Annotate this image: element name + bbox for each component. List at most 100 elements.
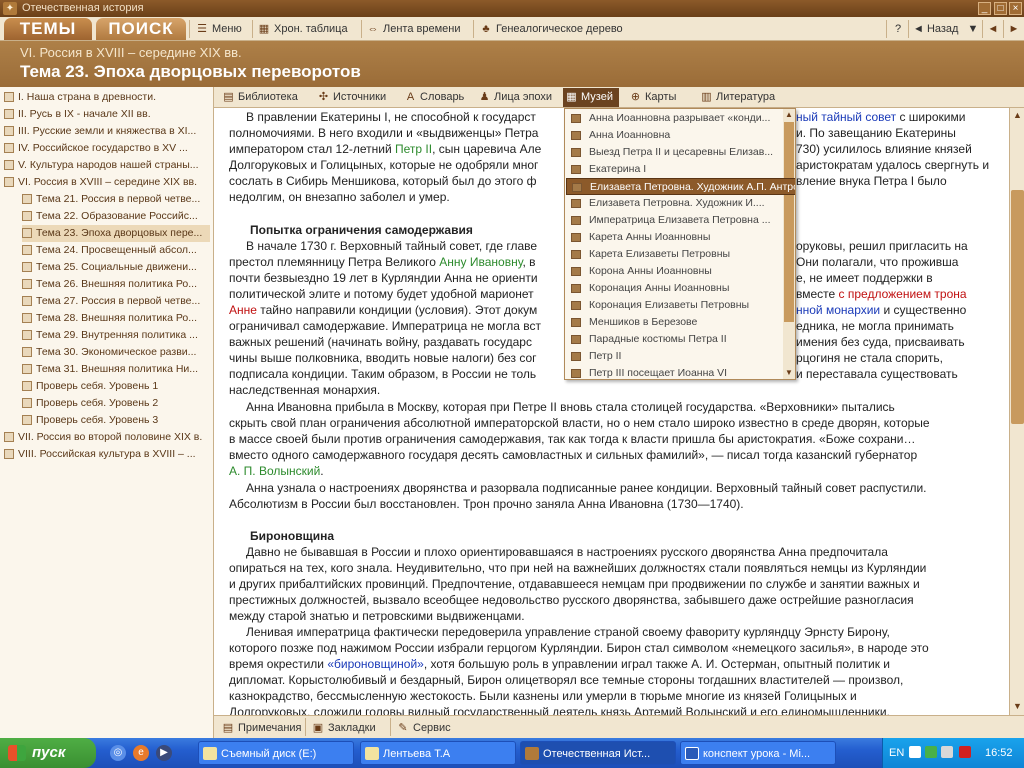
sidebar-topic-item[interactable]: Тема 21. Россия в первой четве... bbox=[22, 191, 210, 208]
taskbar-item-active[interactable]: Отечественная Ист... bbox=[520, 741, 676, 765]
tab-dictionary[interactable]: A Словарь bbox=[402, 88, 464, 107]
media-player-icon[interactable]: ▶ bbox=[156, 745, 172, 761]
chron-table-button[interactable]: ▦ Хрон. таблица bbox=[256, 20, 348, 38]
tab-notes[interactable]: ▤ Примечания bbox=[220, 719, 302, 737]
throne-offer-link[interactable]: с предложением трона bbox=[839, 287, 967, 301]
maximize-button[interactable]: □ bbox=[994, 2, 1007, 15]
museum-menu-item[interactable]: Меншиков в Березове bbox=[566, 314, 782, 331]
taskbar-item[interactable]: конспект урока - Mi... bbox=[680, 741, 836, 765]
sidebar-section-item[interactable]: III. Русские земли и княжества в XI... bbox=[4, 123, 212, 140]
museum-menu-item[interactable]: Коронация Анны Иоанновны bbox=[566, 280, 782, 297]
menu-button[interactable]: ☰ Меню bbox=[194, 20, 242, 38]
sidebar-section-item[interactable]: VII. Россия во второй половине XIX в. bbox=[4, 429, 212, 446]
start-button[interactable]: пуск bbox=[0, 738, 96, 768]
tab-bookmarks[interactable]: ▣ Закладки bbox=[310, 719, 376, 737]
taskbar-item[interactable]: Съемный диск (E:) bbox=[198, 741, 354, 765]
tab-bookmarks-label: Закладки bbox=[328, 722, 376, 734]
bottom-tabs: ▤ Примечания ▣ Закладки ✎ Сервис bbox=[214, 715, 1024, 738]
tab-topics[interactable]: ТЕМЫ bbox=[4, 18, 92, 40]
museum-menu-item[interactable]: Екатерина I bbox=[566, 161, 782, 178]
help-tray-icon[interactable] bbox=[909, 746, 921, 758]
supreme-privy-council-link[interactable]: ный тайный совет bbox=[796, 110, 896, 124]
scrollbar-thumb[interactable] bbox=[1011, 190, 1024, 424]
scroll-up-icon[interactable]: ▲ bbox=[1011, 109, 1024, 122]
museum-menu-item[interactable]: Карета Анны Иоанновны bbox=[566, 229, 782, 246]
text-run: оруковы, решил пригласить на bbox=[796, 239, 968, 253]
museum-menu-item[interactable]: Императрица Елизавета Петровна ... bbox=[566, 212, 782, 229]
show-desktop-icon[interactable]: ◎ bbox=[110, 745, 126, 761]
tab-library[interactable]: ▤ Библиотека bbox=[220, 88, 298, 107]
volynsky-link[interactable]: А. П. Волынский bbox=[229, 464, 320, 478]
sidebar-topic-item[interactable]: Проверь себя. Уровень 2 bbox=[22, 395, 210, 412]
sidebar-topic-item[interactable]: Тема 25. Социальные движени... bbox=[22, 259, 210, 276]
taskbar-item[interactable]: Лентьева Т.А bbox=[360, 741, 516, 765]
next-icon[interactable]: ► bbox=[1006, 20, 1022, 38]
sidebar-topic-item[interactable]: Проверь себя. Уровень 1 bbox=[22, 378, 210, 395]
sidebar-topic-item[interactable]: Тема 24. Просвещенный абсол... bbox=[22, 242, 210, 259]
browser-icon[interactable]: e bbox=[133, 745, 149, 761]
menu-scrollbar-thumb[interactable] bbox=[784, 122, 794, 322]
museum-menu-item[interactable]: Петр III посещает Иоанна VI bbox=[566, 365, 782, 379]
sidebar-section-item[interactable]: VI. Россия в XVIII – середине XIX вв. bbox=[4, 174, 212, 191]
tab-maps[interactable]: ⊕ Карты bbox=[627, 88, 676, 107]
sidebar-section-item[interactable]: IV. Российское государство в XV ... bbox=[4, 140, 212, 157]
text-run: наследственная монархия. bbox=[229, 383, 381, 397]
language-indicator[interactable]: EN bbox=[889, 747, 904, 759]
volume-icon[interactable] bbox=[941, 746, 953, 758]
genealogy-button[interactable]: ♣ Генеалогическое дерево bbox=[478, 20, 622, 38]
sidebar-topic-item[interactable]: Тема 23. Эпоха дворцовых пере... bbox=[22, 225, 210, 242]
sidebar-section-item[interactable]: II. Русь в IX - начале XII вв. bbox=[4, 106, 212, 123]
sidebar-topic-item[interactable]: Тема 31. Внешняя политика Ни... bbox=[22, 361, 210, 378]
tab-sources[interactable]: ✣ Источники bbox=[315, 88, 386, 107]
sidebar-section-item[interactable]: VIII. Российская культура в XVIII – ... bbox=[4, 446, 212, 463]
sidebar-topic-item[interactable]: Тема 28. Внешняя политика Ро... bbox=[22, 310, 210, 327]
close-button[interactable]: × bbox=[1009, 2, 1022, 15]
app-icon bbox=[525, 747, 539, 760]
sidebar-topic-item[interactable]: Тема 22. Образование Российс... bbox=[22, 208, 210, 225]
page-icon bbox=[22, 245, 32, 256]
sidebar-section-item[interactable]: I. Наша страна в древности. bbox=[4, 89, 212, 106]
history-dropdown-icon[interactable]: ▼ bbox=[966, 20, 980, 38]
sidebar-topic-item[interactable]: Тема 29. Внутренняя политика ... bbox=[22, 327, 210, 344]
scroll-down-icon[interactable]: ▼ bbox=[1011, 700, 1024, 713]
back-button[interactable]: ◄ Назад bbox=[911, 20, 965, 38]
menu-scroll-up-icon[interactable]: ▲ bbox=[783, 109, 795, 121]
sidebar-item-label: IV. Российское государство в XV ... bbox=[18, 142, 188, 154]
anna-ivanovna-link[interactable]: Анну Ивановну bbox=[439, 255, 522, 269]
monarchy-link[interactable]: нной монархии bbox=[796, 303, 880, 317]
help-button[interactable]: ? bbox=[890, 20, 906, 38]
toolbar-divider bbox=[908, 20, 909, 38]
museum-menu-item[interactable]: Коронация Елизаветы Петровны bbox=[566, 297, 782, 314]
museum-menu-item[interactable]: Петр II bbox=[566, 348, 782, 365]
tab-museum[interactable]: ▦ Музей bbox=[563, 88, 619, 107]
sidebar-topic-item[interactable]: Тема 27. Россия в первой четве... bbox=[22, 293, 210, 310]
museum-menu-item[interactable]: Елизавета Петровна. Художник И.... bbox=[566, 195, 782, 212]
throne-offer-link-continued[interactable]: Анне bbox=[229, 303, 257, 317]
content-scrollbar[interactable]: ▲ ▼ bbox=[1009, 108, 1024, 715]
tab-persons[interactable]: ♟ Лица эпохи bbox=[476, 88, 552, 107]
peter-ii-link[interactable]: Петр II bbox=[395, 142, 432, 156]
timeline-button[interactable]: ⇔ Лента времени bbox=[365, 20, 461, 38]
museum-menu-item[interactable]: Корона Анны Иоанновны bbox=[566, 263, 782, 280]
antivirus-icon[interactable] bbox=[959, 746, 971, 758]
sidebar-topic-item[interactable]: Тема 30. Экономическое разви... bbox=[22, 344, 210, 361]
museum-menu-item[interactable]: Карета Елизаветы Петровны bbox=[566, 246, 782, 263]
museum-menu-item-selected[interactable]: Елизавета Петровна. Художник А.П. Антроп… bbox=[566, 178, 795, 195]
network-icon[interactable] bbox=[925, 746, 937, 758]
museum-menu-scrollbar[interactable]: ▲ ▼ bbox=[783, 109, 795, 379]
minimize-button[interactable]: _ bbox=[978, 2, 991, 15]
museum-menu-item[interactable]: Анна Иоанновна bbox=[566, 127, 782, 144]
museum-menu-item[interactable]: Анна Иоанновна разрывает «конди... bbox=[566, 110, 782, 127]
tab-literature[interactable]: ▥ Литература bbox=[698, 88, 775, 107]
sidebar-section-item[interactable]: V. Культура народов нашей страны... bbox=[4, 157, 212, 174]
menu-scroll-down-icon[interactable]: ▼ bbox=[783, 367, 795, 379]
tab-service[interactable]: ✎ Сервис bbox=[395, 719, 450, 737]
museum-menu-item[interactable]: Выезд Петра II и цесаревны Елизав... bbox=[566, 144, 782, 161]
previous-icon[interactable]: ◄ bbox=[985, 20, 1001, 38]
sidebar-topic-item[interactable]: Проверь себя. Уровень 3 bbox=[22, 412, 210, 429]
sidebar-topic-item[interactable]: Тема 26. Внешняя политика Ро... bbox=[22, 276, 210, 293]
tab-search[interactable]: ПОИСК bbox=[96, 18, 186, 40]
museum-menu-item[interactable]: Парадные костюмы Петра II bbox=[566, 331, 782, 348]
bironovshchina-link[interactable]: «бироновщиной» bbox=[327, 657, 424, 671]
text-run: тайно направили кондиции (условия). Этот… bbox=[256, 303, 538, 317]
